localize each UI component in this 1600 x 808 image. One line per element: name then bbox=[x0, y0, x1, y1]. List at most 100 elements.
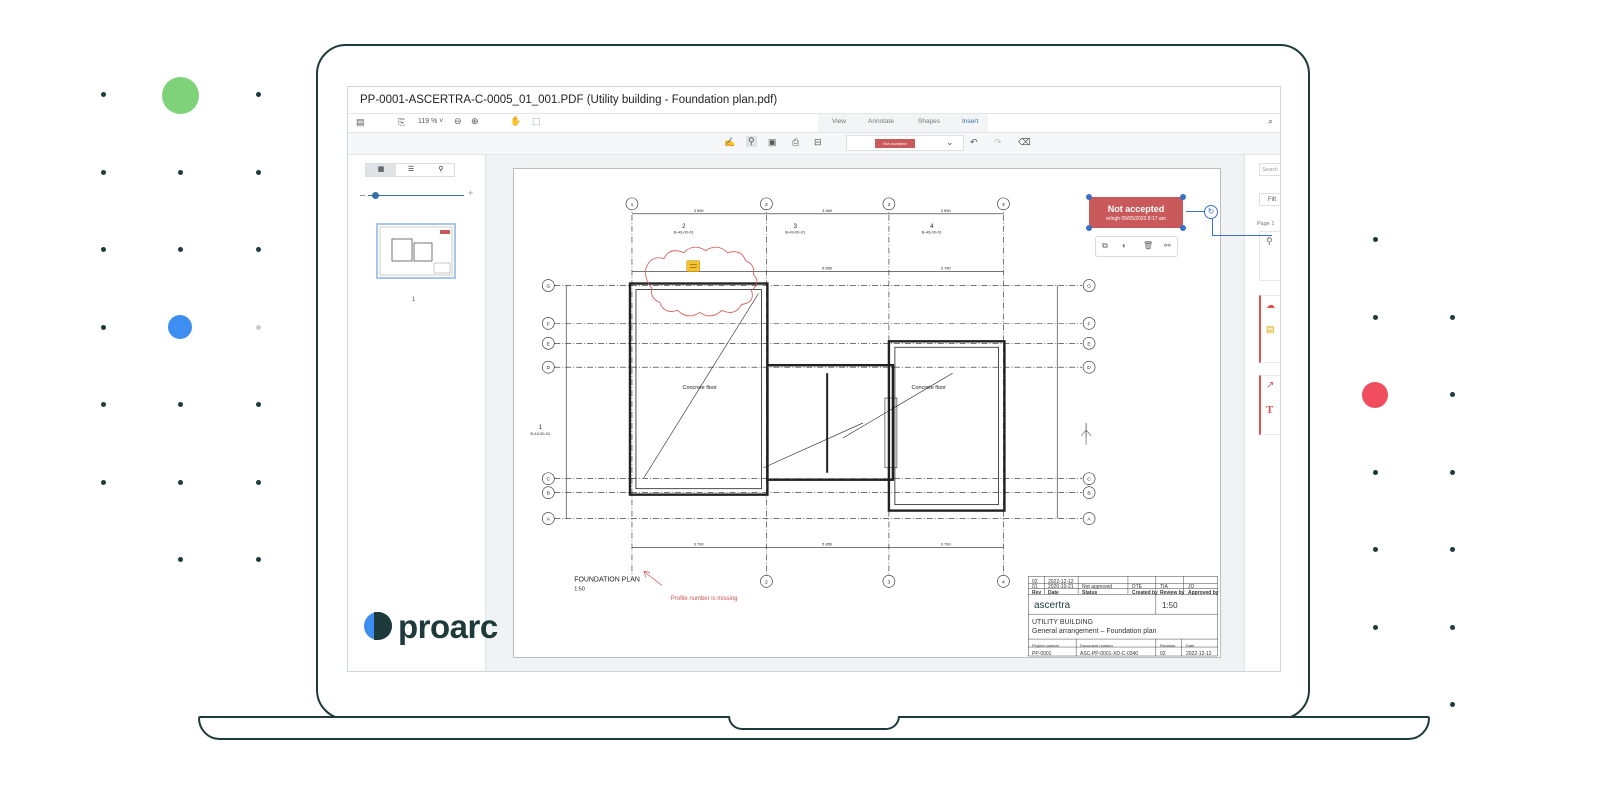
undo-icon[interactable]: ↶ bbox=[970, 137, 978, 148]
axis-label: C bbox=[547, 477, 551, 483]
decor-dot bbox=[256, 402, 261, 407]
thumbnail-size-slider[interactable] bbox=[368, 195, 464, 196]
callout-icon[interactable]: ⊟ bbox=[814, 137, 822, 148]
dimension-label: 3 790 bbox=[941, 266, 952, 271]
link-icon[interactable]: ⚯ bbox=[1164, 241, 1171, 250]
tab-annotate[interactable]: Annotate bbox=[868, 118, 894, 125]
decor-dot bbox=[256, 557, 261, 562]
redo-icon[interactable]: ↷ bbox=[994, 137, 1002, 148]
rotate-icon[interactable]: ↻ bbox=[1204, 205, 1218, 219]
slider-handle[interactable] bbox=[372, 192, 379, 199]
tb-footer-label: Revision bbox=[1160, 643, 1176, 648]
thumbnail-panel: ▦ ☰ ⚲ + 1 bbox=[348, 155, 486, 671]
axis-label: C bbox=[1087, 477, 1091, 483]
zoom-in-icon[interactable]: ⊕ bbox=[471, 116, 479, 127]
section-ref: B-43-00-01 bbox=[785, 230, 806, 235]
image-icon[interactable]: ▣ bbox=[768, 137, 777, 148]
decor-dot bbox=[256, 170, 261, 175]
tb-footer-value: ASC-PP-0001-XD-C-0340 bbox=[1080, 651, 1139, 657]
rotate-connector bbox=[1186, 211, 1204, 212]
decor-dot bbox=[1373, 315, 1378, 320]
delete-icon[interactable]: 🗑 bbox=[1143, 241, 1153, 250]
cloud-icon: ☁ bbox=[1266, 300, 1275, 310]
tab-view[interactable]: View bbox=[832, 118, 846, 125]
right-splitter[interactable] bbox=[1236, 155, 1244, 671]
blue-circle bbox=[168, 315, 192, 339]
axis-label: 3 bbox=[888, 579, 891, 585]
signatures-tab-icon[interactable]: ⚲ bbox=[426, 164, 456, 176]
insert-toolbar: ✍ ⚲ ▣ ⎙ ⊟ Not accepted ⌄ ↶ ↷ ⌫ bbox=[348, 133, 1280, 155]
filter-button[interactable]: Filt bbox=[1259, 193, 1280, 206]
tb-scale: 1:50 bbox=[1162, 601, 1178, 610]
zoom-minus-icon[interactable] bbox=[360, 195, 365, 196]
window-title: PP-0001-ASCERTRA-C-0005_01_001.PDF (Util… bbox=[360, 94, 778, 106]
plan-title: FOUNDATION PLAN bbox=[574, 576, 640, 583]
arrow-icon: ↗ bbox=[1266, 380, 1275, 391]
axis-label: D bbox=[547, 365, 551, 371]
thumbnails-tab-icon[interactable]: ▦ bbox=[366, 164, 396, 176]
resize-handle[interactable] bbox=[1086, 225, 1092, 231]
decor-dot bbox=[101, 480, 106, 485]
decor-dot bbox=[101, 92, 106, 97]
comment-card-stamp[interactable]: ⚲ bbox=[1259, 231, 1280, 281]
laptop-notch bbox=[728, 716, 900, 730]
select-area-icon[interactable]: ⬚ bbox=[532, 116, 541, 127]
outline-tab-icon[interactable]: ☰ bbox=[396, 164, 426, 176]
not-accepted-stamp[interactable]: Not accepted erlngh 09/05/2023 8:17 am bbox=[1089, 197, 1183, 228]
comment-search-input[interactable]: Search bbox=[1259, 163, 1280, 176]
thumbnail-page-label: 1 bbox=[412, 297, 416, 303]
zoom-select[interactable]: 119 % ˅ bbox=[418, 118, 443, 125]
page-thumbnail[interactable] bbox=[376, 223, 456, 279]
decor-dot bbox=[1373, 625, 1378, 630]
style-icon[interactable]: ◐ bbox=[1122, 241, 1127, 250]
section-ref: B-43-00-01 bbox=[530, 431, 551, 436]
stamp-subtitle: erlngh 09/05/2023 8:17 am bbox=[1106, 216, 1166, 222]
zoom-plus-icon[interactable]: + bbox=[468, 188, 473, 198]
sidebar-toggle-icon[interactable]: ▤ bbox=[356, 117, 365, 128]
tb-footer-label: Project number bbox=[1032, 643, 1060, 648]
tb-header: Created by bbox=[1132, 590, 1158, 596]
attachment-icon[interactable]: ⎙ bbox=[792, 137, 799, 148]
app-window: PP-0001-ASCERTRA-C-0005_01_001.PDF (Util… bbox=[347, 86, 1281, 672]
axis-label: 1 bbox=[631, 202, 634, 208]
section-ref: B-43-00-01 bbox=[922, 230, 943, 235]
page-icon[interactable]: ⎘ bbox=[398, 117, 405, 128]
decor-dot bbox=[178, 402, 183, 407]
section-ref: B-43-00-01 bbox=[674, 230, 695, 235]
pan-hand-icon[interactable]: ✋ bbox=[510, 116, 521, 127]
link-connector bbox=[1212, 219, 1213, 235]
decor-dot bbox=[1373, 547, 1378, 552]
tb-header: Status bbox=[1082, 590, 1098, 596]
dimension-label: 3 590 bbox=[694, 208, 705, 213]
axis-label: F bbox=[547, 321, 550, 327]
stamp-context-toolbar: ⧉ ◐ 🗑 ⚯ bbox=[1095, 236, 1178, 257]
tb-title-1: UTILITY BUILDING bbox=[1032, 619, 1093, 626]
north-arrow-icon bbox=[1080, 429, 1092, 445]
company-logo: ascertra bbox=[1034, 600, 1071, 611]
search-icon[interactable]: ⌕ bbox=[1268, 116, 1273, 127]
tab-insert[interactable]: Insert bbox=[962, 118, 978, 125]
revision-cloud bbox=[645, 246, 758, 317]
axis-label: D bbox=[1087, 365, 1091, 371]
resize-handle[interactable] bbox=[1086, 194, 1092, 200]
chevron-down-icon[interactable]: ⌄ bbox=[946, 137, 954, 148]
comment-icon[interactable]: ⧉ bbox=[1102, 241, 1108, 251]
zoom-out-icon[interactable]: ⊖ bbox=[454, 116, 462, 127]
axis-label: 4 bbox=[1002, 579, 1005, 585]
decor-dot bbox=[178, 247, 183, 252]
tab-shapes[interactable]: Shapes bbox=[918, 118, 940, 125]
signature-icon[interactable]: ✍ bbox=[724, 137, 735, 148]
dimension-label: 3 790 bbox=[941, 541, 952, 546]
eraser-icon[interactable]: ⌫ bbox=[1018, 137, 1031, 148]
left-splitter[interactable] bbox=[486, 155, 494, 671]
resize-handle[interactable] bbox=[1180, 194, 1186, 200]
dimension-label: 3 660 bbox=[822, 208, 833, 213]
resize-handle[interactable] bbox=[1180, 225, 1186, 231]
comments-panel: Search Filt Page 1 ⚲ ☁ ▤ ↗ T bbox=[1244, 155, 1280, 671]
axis-label: 4 bbox=[1002, 202, 1005, 208]
stamp-icon[interactable]: ⚲ bbox=[746, 136, 757, 147]
decor-dot bbox=[1450, 547, 1455, 552]
comment-card-arrow[interactable]: ↗ T bbox=[1259, 375, 1280, 435]
decor-dot bbox=[256, 92, 261, 97]
comment-card-cloud[interactable]: ☁ ▤ bbox=[1259, 295, 1280, 363]
